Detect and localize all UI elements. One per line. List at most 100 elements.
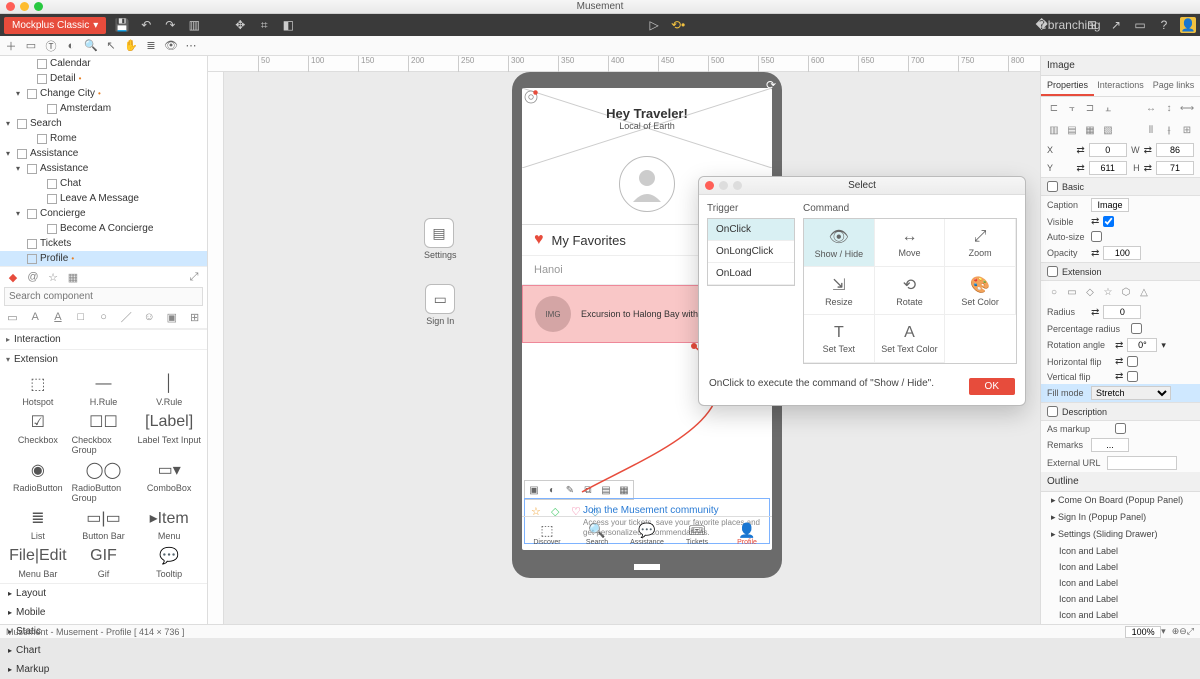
tree-item[interactable]: ▾Search — [0, 116, 207, 131]
at-icon[interactable]: @ — [26, 270, 40, 284]
command-move[interactable]: ↔Move — [875, 219, 946, 267]
grid-icon[interactable]: ⌗ — [256, 17, 272, 33]
play-icon[interactable]: ▷ — [646, 17, 662, 33]
panel-icon[interactable]: ▭ — [1132, 17, 1148, 33]
tree-item[interactable]: Become A Concierge — [0, 221, 207, 236]
avatar[interactable] — [619, 156, 675, 212]
w-input[interactable] — [1156, 143, 1194, 157]
tab-pagelinks[interactable]: Page links — [1147, 76, 1200, 96]
underline-icon[interactable]: A — [52, 310, 65, 324]
component-h.rule[interactable]: —H.Rule — [72, 373, 136, 407]
command-rotate[interactable]: ⟲Rotate — [875, 267, 946, 315]
url-input[interactable] — [1107, 456, 1177, 470]
component-menu[interactable]: ▸ItemMenu — [137, 507, 201, 541]
move-icon[interactable]: ✥ — [232, 17, 248, 33]
square-icon[interactable]: □ — [74, 310, 87, 324]
qr-icon[interactable]: ⊞ — [1084, 17, 1100, 33]
component-gif[interactable]: GIFGif — [72, 545, 136, 579]
tree-item[interactable]: Calendar — [0, 56, 207, 71]
align-left-icon[interactable]: ⊏ — [1047, 101, 1061, 115]
tree-item[interactable]: Leave A Message — [0, 191, 207, 206]
search-input[interactable] — [4, 287, 203, 306]
component-button-bar[interactable]: ▭|▭Button Bar — [72, 507, 136, 541]
text-icon[interactable]: A — [29, 310, 42, 324]
tree-item[interactable]: Amsterdam — [0, 101, 207, 116]
more-icon[interactable]: ⋯ — [184, 39, 198, 53]
tree-item[interactable]: Profile • — [0, 251, 207, 266]
tab-discover[interactable]: ⬚Discover — [522, 517, 572, 550]
section-markup[interactable]: ▸Markup — [0, 660, 207, 679]
tree-item[interactable]: Chat — [0, 176, 207, 191]
component-tooltip[interactable]: 💬Tooltip — [137, 545, 201, 579]
opacity-input[interactable] — [1103, 246, 1141, 260]
outline-item[interactable]: ▸ Settings (Sliding Drawer) — [1041, 526, 1200, 543]
gear-icon[interactable] — [522, 88, 540, 106]
tree-item[interactable]: Tickets — [0, 236, 207, 251]
tree-item[interactable]: ▾Concierge — [0, 206, 207, 221]
pointer-icon[interactable]: ↖ — [104, 39, 118, 53]
tab-profile[interactable]: 👤Profile — [722, 517, 772, 550]
component-menu-bar[interactable]: File|EditMenu Bar — [6, 545, 70, 579]
rotation-input[interactable] — [1127, 338, 1157, 352]
export-icon[interactable]: ↗ — [1108, 17, 1124, 33]
component-v.rule[interactable]: │V.Rule — [137, 373, 201, 407]
x-input[interactable] — [1089, 143, 1127, 157]
stack-icon[interactable]: ▦ — [66, 270, 80, 284]
shape-tool-icon[interactable]: ◐ — [64, 39, 78, 53]
hand-icon[interactable]: ✋ — [124, 39, 138, 53]
section-interaction[interactable]: ▸Interaction — [0, 330, 207, 349]
autosize-check[interactable] — [1091, 231, 1102, 242]
outline-item[interactable]: Icon and Label — [1041, 559, 1200, 575]
link-icon[interactable]: ⟲• — [670, 17, 686, 33]
command-grid[interactable]: 👁Show / Hide↔Move⤢Zoom⇲Resize⟲Rotate🎨Set… — [803, 218, 1017, 364]
selection-toolbar[interactable]: ▣◐✎⧉▤▦ — [524, 480, 634, 500]
component-list[interactable]: ≣List — [6, 507, 70, 541]
command-show-hide[interactable]: 👁Show / Hide — [804, 219, 875, 267]
section-extension[interactable]: ▾Extension — [0, 350, 207, 369]
section-layout[interactable]: ▸Layout — [0, 584, 207, 603]
outline-item[interactable]: ▸ Sign In (Popup Panel) — [1041, 509, 1200, 526]
component-label-text-input[interactable]: [Label]Label Text Input — [137, 411, 201, 455]
zoom-input[interactable] — [1125, 626, 1161, 638]
section-chart[interactable]: ▸Chart — [0, 641, 207, 660]
outline-item[interactable]: Icon and Label — [1041, 543, 1200, 559]
command-zoom[interactable]: ⤢Zoom — [945, 219, 1016, 267]
page-tree[interactable]: Calendar Detail •▾Change City •Amsterdam… — [0, 56, 207, 266]
component-hotspot[interactable]: ⬚Hotspot — [6, 373, 70, 407]
command-set-text[interactable]: TSet Text — [804, 315, 875, 363]
add-icon[interactable]: ＋ — [4, 39, 18, 53]
tree-item[interactable]: Detail • — [0, 71, 207, 86]
eye-icon[interactable]: 👁 — [164, 39, 178, 53]
misc-icon[interactable]: ⊞ — [188, 310, 201, 324]
outline-item[interactable]: Icon and Label — [1041, 607, 1200, 623]
page-icon[interactable]: ▭ — [24, 39, 38, 53]
diamond-icon[interactable]: ◆ — [6, 270, 20, 284]
redo-icon[interactable]: ↷ — [162, 17, 178, 33]
list-icon[interactable]: ≣ — [144, 39, 158, 53]
outline-item[interactable]: Shape — [1041, 623, 1200, 624]
tree-item[interactable]: ▾Change City • — [0, 86, 207, 101]
save-icon[interactable]: 💾 — [114, 17, 130, 33]
share-icon[interactable]: �branching — [1060, 17, 1076, 33]
command-resize[interactable]: ⇲Resize — [804, 267, 875, 315]
tab-tickets[interactable]: 🎟Tickets — [672, 517, 722, 550]
snap-icon[interactable]: ◧ — [280, 17, 296, 33]
collapse-icon[interactable]: ⤢ — [187, 270, 201, 284]
component-checkbox[interactable]: ☑Checkbox — [6, 411, 70, 455]
brand-badge[interactable]: Mockplus Classic ▾ — [4, 17, 106, 34]
tree-item[interactable]: ▾Assistance — [0, 161, 207, 176]
remarks-input[interactable] — [1091, 438, 1129, 452]
tab-search[interactable]: 🔍Search — [572, 517, 622, 550]
ok-button[interactable]: OK — [969, 378, 1015, 395]
line-icon[interactable]: ／ — [120, 310, 133, 324]
tab-interactions[interactable]: Interactions — [1094, 76, 1147, 96]
section-mobile[interactable]: ▸Mobile — [0, 603, 207, 622]
tree-item[interactable]: Rome — [0, 131, 207, 146]
radius-input[interactable] — [1103, 305, 1141, 319]
component-checkbox-group[interactable]: ☐☐Checkbox Group — [72, 411, 136, 455]
rect-icon[interactable]: ▭ — [6, 310, 19, 324]
component-radiobutton[interactable]: ◉RadioButton — [6, 459, 70, 503]
tab-properties[interactable]: Properties — [1041, 76, 1094, 96]
trigger-onclick[interactable]: OnClick — [708, 219, 794, 241]
outline-item[interactable]: Icon and Label — [1041, 575, 1200, 591]
